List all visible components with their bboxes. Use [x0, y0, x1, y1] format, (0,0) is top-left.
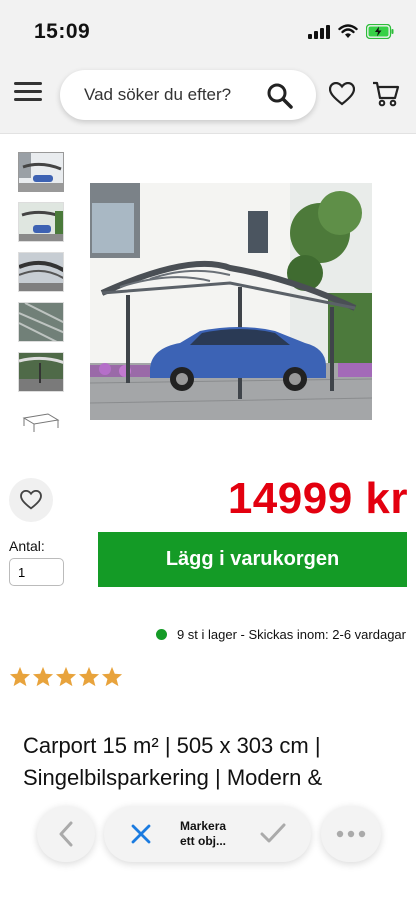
product-price: 14999 kr [227, 474, 408, 523]
heart-icon [20, 490, 42, 510]
quantity-input[interactable] [9, 558, 64, 586]
star-icon [32, 666, 54, 687]
heart-icon[interactable] [329, 82, 355, 106]
more-button[interactable] [321, 806, 381, 862]
stock-status: 9 st i lager - Skickas inom: 2-6 vardaga… [155, 627, 406, 642]
star-icon [101, 666, 123, 687]
thumbnail-5[interactable] [18, 352, 64, 392]
thumbnail-3[interactable] [18, 252, 64, 292]
search-input[interactable] [84, 85, 254, 105]
product-title: Carport 15 m² | 505 x 303 cm | Singelbil… [23, 733, 323, 790]
star-icon [9, 666, 31, 687]
search-icon[interactable] [266, 82, 294, 110]
more-icon [336, 830, 366, 838]
cart-icon[interactable] [372, 80, 400, 108]
stock-text: 9 st i lager - Skickas inom: 2-6 vardaga… [176, 627, 406, 642]
thumbnail-4[interactable] [18, 302, 64, 342]
wifi-icon [338, 24, 358, 38]
thumbnail-6[interactable] [18, 402, 64, 442]
status-time: 15:09 [34, 20, 91, 43]
add-to-cart-button[interactable]: Lägg i varukorgen [98, 532, 407, 587]
battery-icon [366, 24, 394, 39]
status-bar: 15:09 [0, 0, 416, 58]
menu-icon[interactable] [14, 82, 42, 104]
thumbnail-1[interactable] [18, 152, 64, 192]
check-icon[interactable] [260, 822, 286, 844]
add-to-wishlist-button[interactable] [9, 478, 53, 522]
select-object-label: Markera ett obj... [180, 819, 227, 848]
rating-stars[interactable] [9, 666, 123, 687]
quantity-label: Antal: [9, 538, 45, 554]
search-bar[interactable] [60, 70, 316, 120]
back-icon [59, 821, 73, 847]
signal-icon [308, 24, 330, 39]
site-header [0, 58, 416, 134]
star-icon [78, 666, 100, 687]
status-icons [308, 24, 394, 39]
thumbnail-2[interactable] [18, 202, 64, 242]
product-main-image[interactable] [90, 183, 372, 420]
image-thumbnails [18, 152, 68, 452]
star-icon [55, 666, 77, 687]
select-object-bar[interactable]: Markera ett obj... [104, 806, 311, 862]
stock-dot-icon [155, 629, 167, 640]
back-button[interactable] [37, 806, 95, 862]
close-icon[interactable] [130, 823, 152, 845]
